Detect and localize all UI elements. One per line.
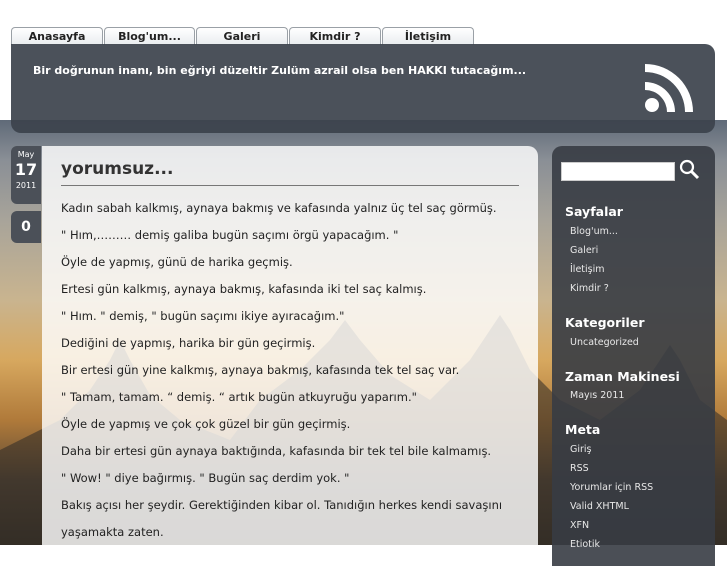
sidebar-item-galeri[interactable]: Galeri — [570, 245, 598, 256]
sidebar-item-rss[interactable]: RSS — [570, 463, 589, 474]
sidebar-heading-archive: Zaman Makinesi — [565, 369, 680, 384]
post-date-badge: May 17 2011 — [11, 146, 41, 204]
sidebar-item-uncategorized[interactable]: Uncategorized — [570, 337, 639, 348]
sidebar-item-giris[interactable]: Giriş — [570, 444, 592, 455]
post-body: Kadın sabah kalkmış, aynaya bakmış ve ka… — [61, 201, 521, 552]
sidebar-item-mayis-2011[interactable]: Mayıs 2011 — [570, 390, 624, 401]
sidebar-item-kimdir[interactable]: Kimdir ? — [570, 283, 609, 294]
sidebar-item-iletisim[interactable]: İletişim — [570, 264, 605, 275]
post-paragraph: Kadın sabah kalkmış, aynaya bakmış ve ka… — [61, 201, 497, 215]
post-paragraph: " Hım. " demiş, " bugün saçımı ikiye ayı… — [61, 309, 345, 323]
post-day: 17 — [14, 160, 38, 179]
sidebar-item-blog[interactable]: Blog'um... — [570, 226, 618, 237]
post-card: yorumsuz... Kadın sabah kalkmış, aynaya … — [42, 146, 538, 566]
post-month: May — [17, 150, 35, 159]
post-paragraph: yaşamakta zaten. — [61, 525, 164, 539]
post-title[interactable]: yorumsuz... — [61, 159, 519, 186]
search-input[interactable] — [561, 162, 675, 181]
tab-blog[interactable]: Blog'um... — [104, 27, 195, 45]
post-paragraph: Dediğini de yapmış, harika bir gün geçir… — [61, 336, 316, 350]
post-paragraph: Öyle de yapmış, günü de harika geçmiş. — [61, 255, 293, 269]
comment-count-badge[interactable]: 0 — [11, 211, 41, 243]
post-paragraph: " Tamam, tamam. “ demiş. “ artık bugün a… — [61, 390, 417, 404]
sidebar-item-comments-rss[interactable]: Yorumlar için RSS — [570, 482, 653, 493]
sidebar-heading-categories: Kategoriler — [565, 315, 645, 330]
post-paragraph: " Hım,……… demiş galiba bugün saçımı örgü… — [61, 228, 399, 242]
post-paragraph: Öyle de yapmış ve çok çok güzel bir gün … — [61, 417, 351, 431]
post-paragraph: Bakış açısı her şeydir. Gerektiğinden ki… — [61, 498, 503, 512]
tab-galeri[interactable]: Galeri — [196, 27, 288, 45]
tab-iletisim[interactable]: İletişim — [382, 27, 474, 45]
sidebar-item-xfn[interactable]: XFN — [570, 520, 589, 531]
post-paragraph: Bir ertesi gün yine kalkmış, aynaya bakm… — [61, 363, 460, 377]
site-tagline: Bir doğrunun inanı, bin eğriyi düzeltir … — [33, 64, 527, 77]
rss-icon[interactable] — [643, 60, 697, 114]
sidebar-heading-meta: Meta — [565, 422, 601, 437]
search-icon[interactable] — [678, 158, 700, 180]
tab-kimdir[interactable]: Kimdir ? — [289, 27, 381, 45]
sidebar: Sayfalar Blog'um... Galeri İletişim Kimd… — [552, 146, 715, 566]
site-header: Bir doğrunun inanı, bin eğriyi düzeltir … — [11, 44, 715, 133]
post-paragraph: " Wow! " diye bağırmış. " Bugün saç derd… — [61, 471, 350, 485]
sidebar-item-valid-xhtml[interactable]: Valid XHTML — [570, 501, 629, 512]
post-paragraph: Ertesi gün kalkmış, aynaya bakmış, kafas… — [61, 282, 427, 296]
tab-anasayfa[interactable]: Anasayfa — [11, 27, 103, 45]
post-year: 2011 — [15, 181, 37, 190]
sidebar-heading-pages: Sayfalar — [565, 204, 623, 219]
post-paragraph: Daha bir ertesi gün aynaya baktığında, k… — [61, 444, 492, 458]
